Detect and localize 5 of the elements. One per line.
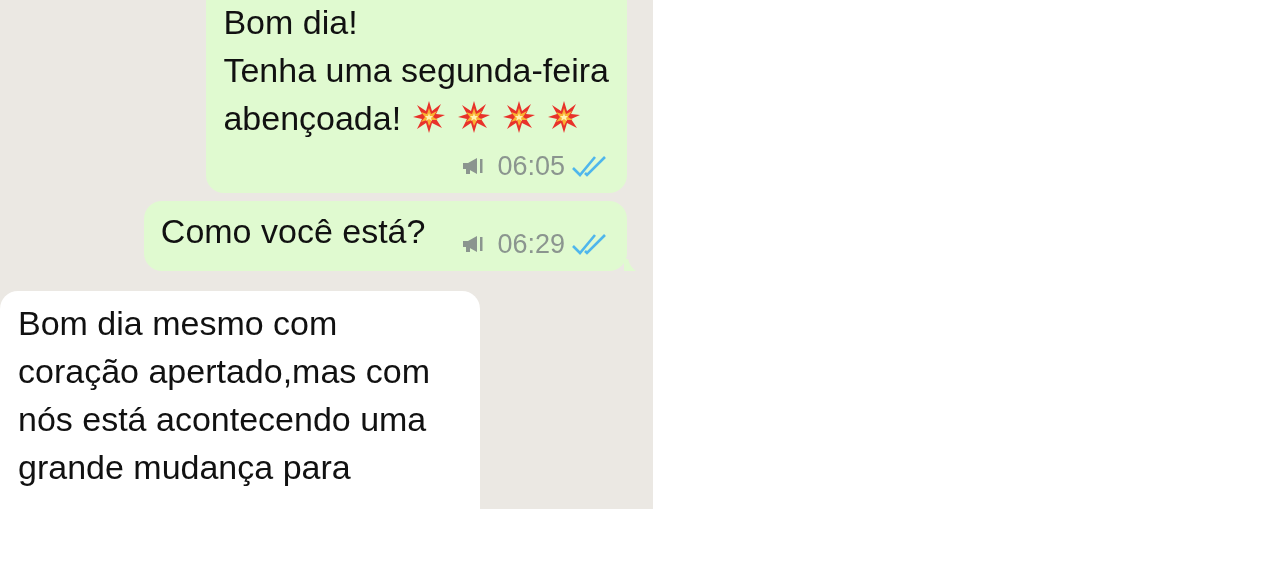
message-time: 06:29 bbox=[497, 228, 565, 261]
message-text: Bom dia! Tenha uma segunda-feira abençoada! bbox=[223, 2, 609, 139]
message-text: Bom dia mesmo com coração apertado,mas com nós está acontecendo uma grande mudança para bbox=[18, 302, 430, 488]
message-time: 06:05 bbox=[497, 150, 565, 183]
message-text: Como você está? bbox=[160, 210, 426, 252]
